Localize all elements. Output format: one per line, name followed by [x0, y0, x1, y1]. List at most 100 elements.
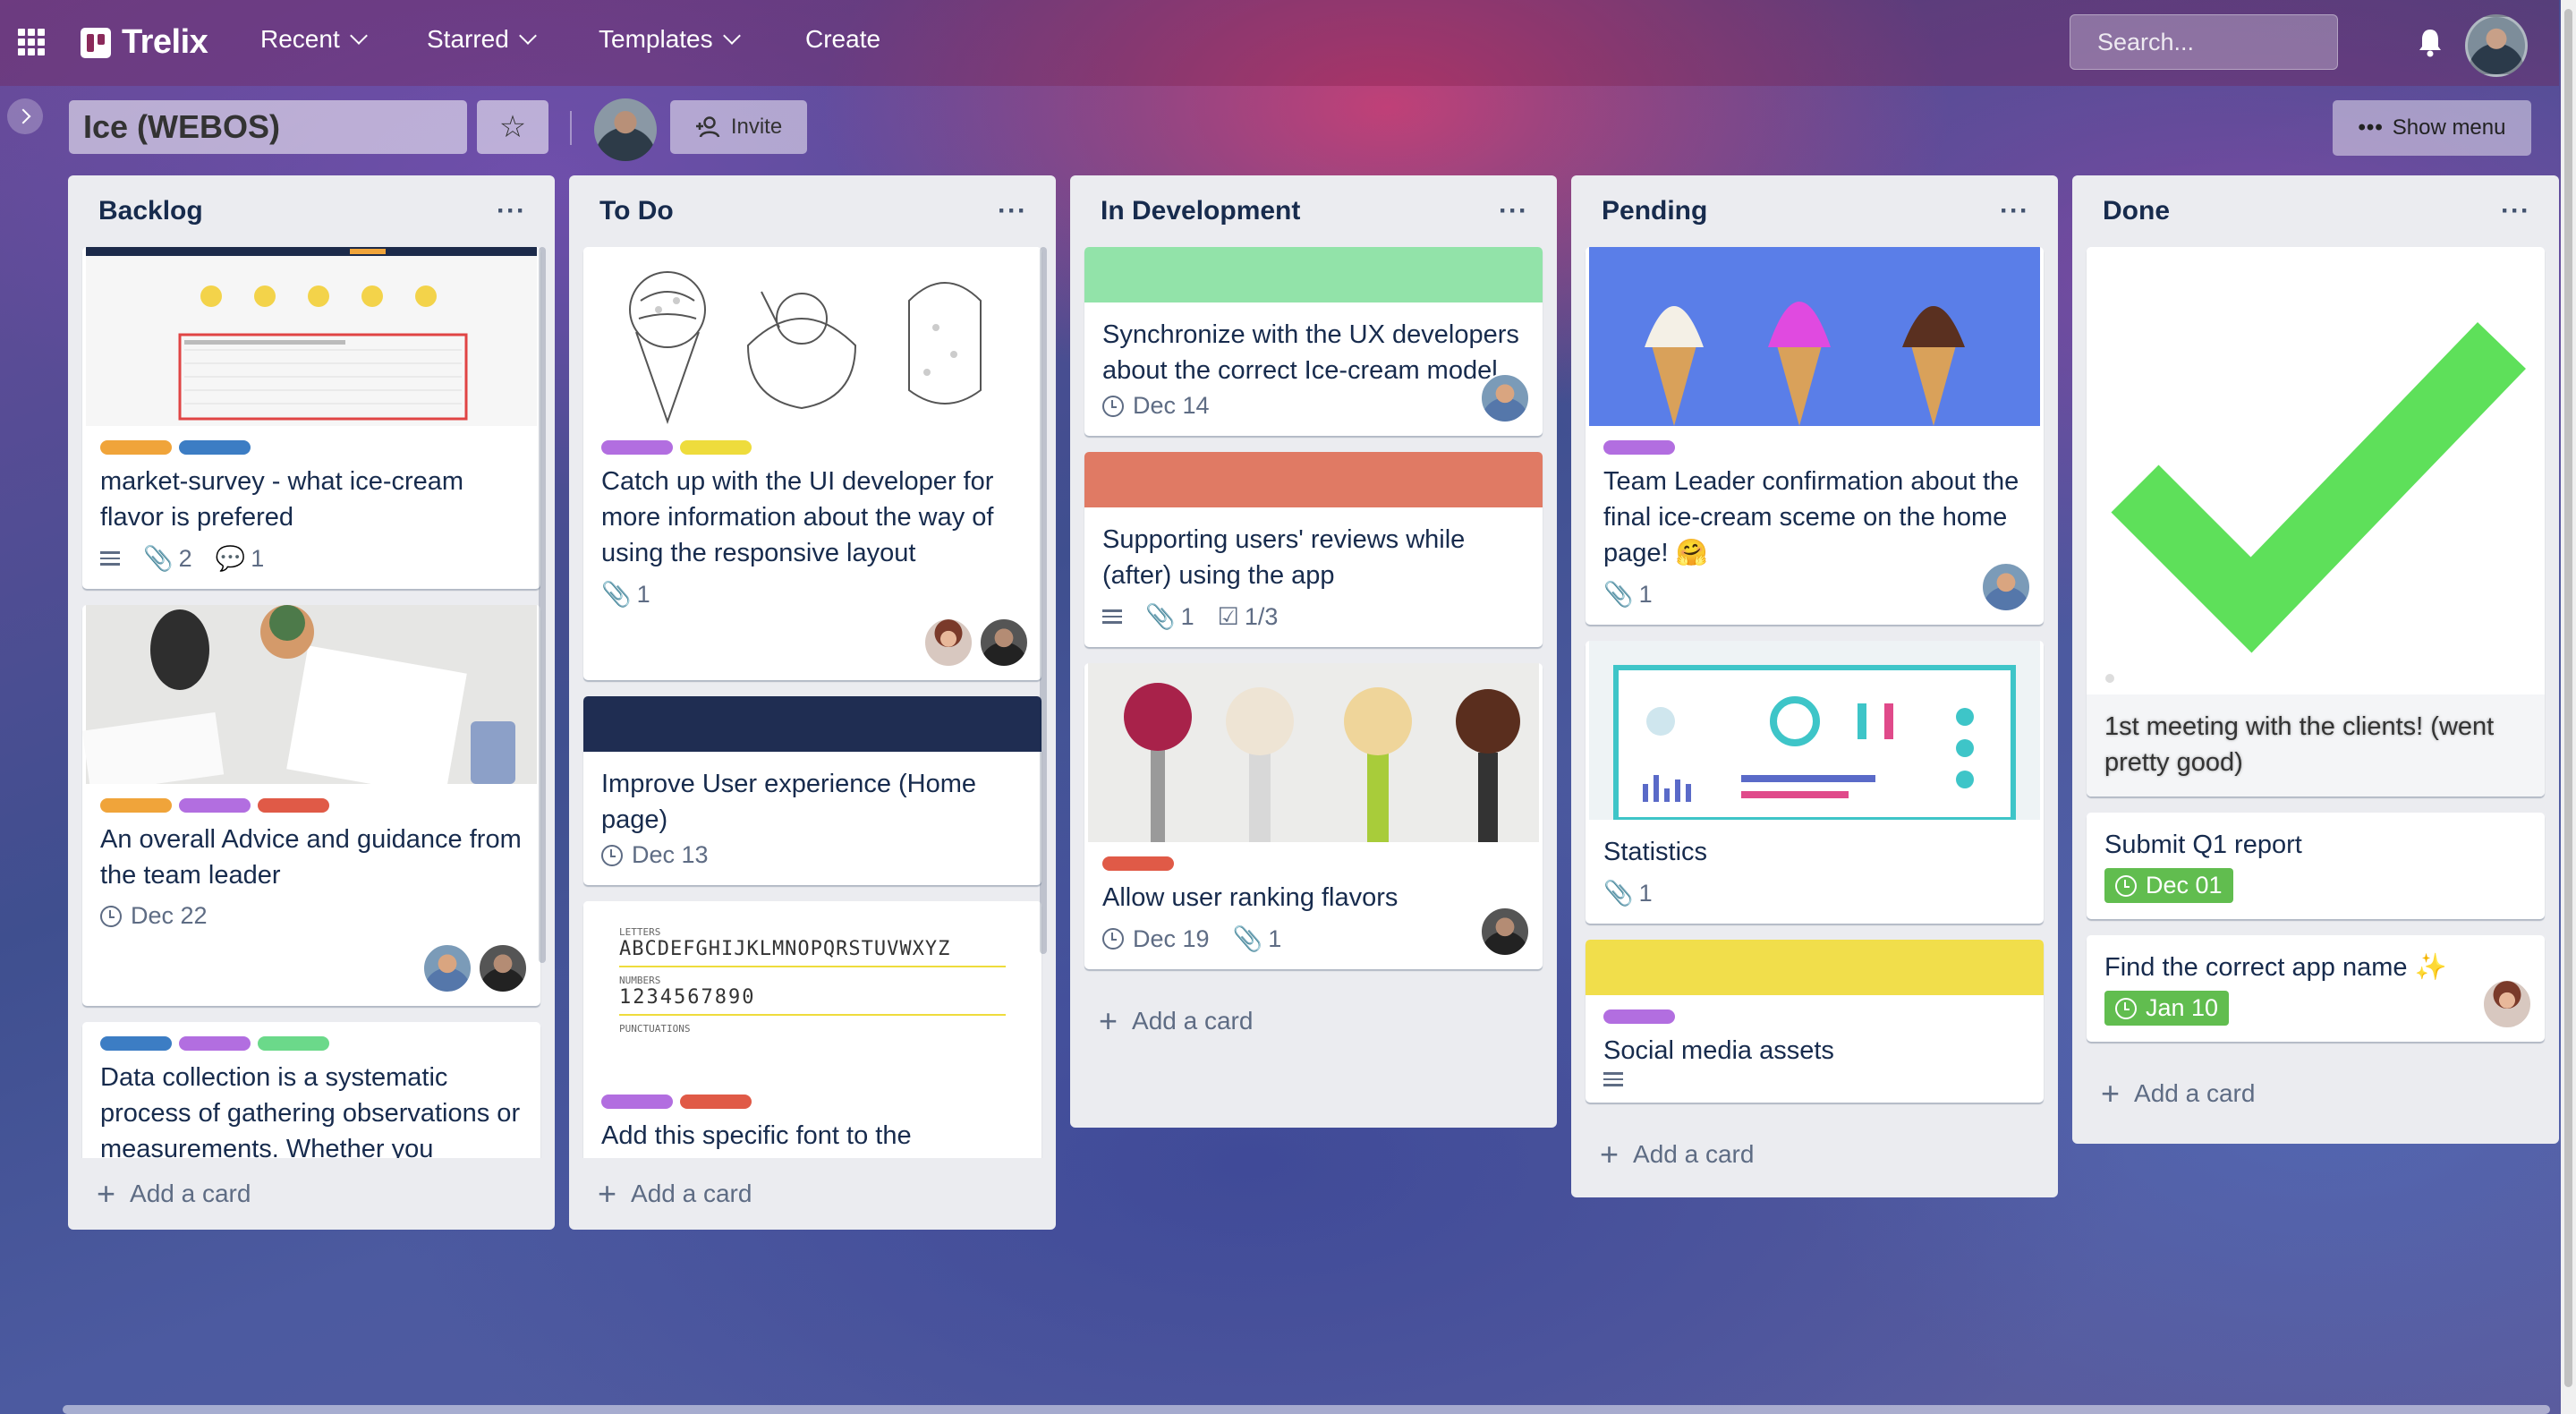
card-labels	[100, 1036, 523, 1051]
attachment-badge: 📎 2	[143, 544, 192, 573]
nav-create-button[interactable]: Create	[805, 25, 880, 54]
due-date: Dec 14	[1133, 392, 1210, 419]
card[interactable]: Data collection is a systematic process …	[82, 1022, 540, 1158]
card-members	[923, 618, 1029, 668]
invite-button[interactable]: Invite	[670, 100, 807, 154]
star-board-button[interactable]: ☆	[477, 100, 548, 154]
specimen-letters: ABCDEFGHIJKLMNOPQRSTUVWXYZ	[619, 938, 1006, 967]
card[interactable]: Team Leader confirmation about the final…	[1586, 247, 2044, 625]
list-title[interactable]: Done	[2103, 196, 2170, 226]
card-cover-color	[1586, 940, 2044, 995]
label-blue	[100, 1036, 172, 1051]
apps-grid-icon[interactable]	[18, 29, 45, 55]
card-cover-cones-image	[1589, 247, 2040, 426]
paperclip-icon: 📎	[1603, 581, 1634, 608]
description-icon	[1603, 1072, 1623, 1086]
label-purple	[1603, 1009, 1675, 1024]
add-card-button[interactable]: + Add a card	[68, 1158, 555, 1230]
clock-icon	[1102, 395, 1124, 417]
card-list: 1st meeting with the clients! (went pret…	[2072, 247, 2559, 1058]
card-labels	[601, 440, 1024, 455]
card-labels	[601, 1095, 1024, 1109]
nav-recent-menu[interactable]: Recent	[260, 25, 368, 54]
paperclip-icon: 📎	[601, 581, 632, 608]
app-logo[interactable]: Trelix	[81, 23, 208, 62]
list-scrollbar[interactable]	[1040, 247, 1047, 954]
list-backlog: Backlog ··· market-survey - what ice-cre…	[68, 175, 555, 1230]
card[interactable]: Submit Q1 report Dec 01	[2087, 813, 2545, 919]
label-red	[258, 798, 329, 813]
card-badges: 📎 2 💬 1	[100, 544, 523, 573]
card-title: Supporting users' reviews while (after) …	[1102, 525, 1466, 590]
due-date: Jan 10	[2146, 994, 2219, 1021]
add-card-button[interactable]: + Add a card	[2072, 1058, 2559, 1129]
clock-icon	[1102, 928, 1124, 950]
board-title[interactable]: Ice (WEBOS)	[69, 100, 467, 154]
member-avatar[interactable]	[979, 618, 1029, 668]
card[interactable]: Catch up with the UI developer for more …	[583, 247, 1041, 680]
paperclip-icon: 📎	[1232, 925, 1263, 952]
list-menu-icon[interactable]: ···	[2501, 196, 2530, 226]
card[interactable]: Find the correct app name ✨ Jan 10	[2087, 935, 2545, 1042]
nav-create-label: Create	[805, 25, 881, 53]
card[interactable]: Allow user ranking flavors Dec 19 📎 1	[1084, 663, 1543, 969]
list-menu-icon[interactable]: ···	[497, 196, 526, 226]
checklist-count: 1/3	[1244, 602, 1279, 630]
specimen-punctuation-label: PUNCTUATIONS	[619, 1023, 691, 1035]
specimen-numbers-label: NUMBERS	[619, 975, 661, 986]
horizontal-scrollbar[interactable]	[63, 1405, 2550, 1414]
list-title[interactable]: Backlog	[98, 196, 203, 226]
card-title: Synchronize with the UX developers about…	[1102, 320, 1519, 385]
add-card-button[interactable]: + Add a card	[1070, 985, 1557, 1057]
card[interactable]: An overall Advice and guidance from the …	[82, 605, 540, 1006]
card-title: Improve User experience (Home page)	[601, 770, 977, 834]
board-member-avatar[interactable]	[594, 98, 657, 161]
nav-templates-menu[interactable]: Templates	[599, 25, 741, 54]
list-title[interactable]: Pending	[1602, 196, 1707, 226]
card-cover-desk-image	[82, 605, 537, 784]
member-avatar[interactable]	[2482, 979, 2532, 1029]
card[interactable]: market-survey - what ice-cream flavor is…	[82, 247, 540, 589]
list-title[interactable]: To Do	[599, 196, 674, 226]
vertical-scrollbar[interactable]	[2561, 0, 2576, 1414]
nav-recent-label: Recent	[260, 25, 340, 53]
member-avatar[interactable]	[923, 618, 973, 668]
member-avatar[interactable]	[1480, 373, 1530, 423]
member-avatar[interactable]	[422, 943, 472, 993]
list-title[interactable]: In Development	[1101, 196, 1300, 226]
card[interactable]: LETTERS ABCDEFGHIJKLMNOPQRSTUVWXYZ NUMBE…	[583, 901, 1041, 1158]
card[interactable]: Improve User experience (Home page) Dec …	[583, 696, 1041, 885]
nav-starred-menu[interactable]: Starred	[427, 25, 537, 54]
label-purple	[179, 1036, 251, 1051]
show-menu-button[interactable]: ••• Show menu	[2333, 100, 2531, 156]
card-cover-color	[1084, 247, 1543, 302]
card-badges: 📎 1	[1603, 580, 2026, 609]
card[interactable]: Supporting users' reviews while (after) …	[1084, 452, 1543, 647]
member-avatar[interactable]	[478, 943, 528, 993]
list-menu-icon[interactable]: ···	[998, 196, 1027, 226]
card[interactable]: Social media assets	[1586, 940, 2044, 1103]
card[interactable]: 1st meeting with the clients! (went pret…	[2087, 247, 2545, 796]
card[interactable]: Statistics 📎 1	[1586, 641, 2044, 924]
notification-bell-icon[interactable]	[2416, 27, 2444, 57]
card-list: Catch up with the UI developer for more …	[569, 247, 1056, 1158]
sidebar-expand-button[interactable]	[7, 98, 43, 134]
add-card-button[interactable]: + Add a card	[569, 1158, 1056, 1230]
card[interactable]: Synchronize with the UX developers about…	[1084, 247, 1543, 436]
clock-icon	[100, 905, 122, 927]
search-input[interactable]	[2070, 14, 2338, 70]
card-badges: Dec 22	[100, 902, 523, 930]
attachment-count: 1	[1268, 924, 1282, 952]
add-card-button[interactable]: + Add a card	[1571, 1119, 2058, 1190]
list-menu-icon[interactable]: ···	[2000, 196, 2029, 226]
due-date-complete-badge[interactable]: Jan 10	[2104, 991, 2230, 1026]
invite-label: Invite	[730, 115, 783, 139]
member-avatar[interactable]	[1981, 562, 2031, 612]
due-date-complete-badge[interactable]: Dec 01	[2104, 868, 2233, 903]
add-card-label: Add a card	[1132, 1007, 1254, 1035]
list-scrollbar[interactable]	[539, 247, 546, 963]
user-avatar[interactable]	[2465, 14, 2528, 77]
card-cover-font-specimen: LETTERS ABCDEFGHIJKLMNOPQRSTUVWXYZ NUMBE…	[583, 901, 1041, 1080]
list-menu-icon[interactable]: ···	[1499, 196, 1528, 226]
member-avatar[interactable]	[1480, 907, 1530, 957]
